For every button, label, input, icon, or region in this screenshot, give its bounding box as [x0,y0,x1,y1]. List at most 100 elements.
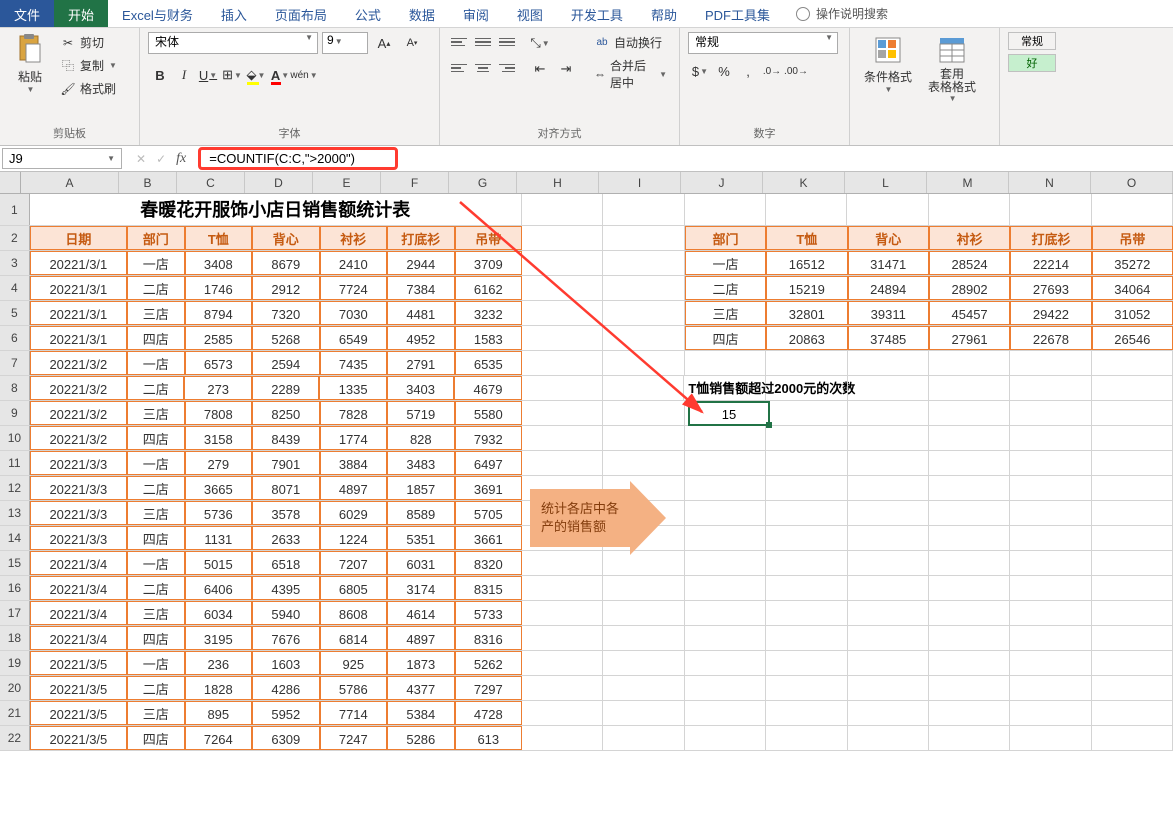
cell[interactable]: 6406 [185,576,253,600]
cell[interactable] [685,651,766,675]
select-all-corner[interactable] [0,172,21,193]
row-header[interactable]: 3 [0,251,30,275]
cell[interactable]: 7030 [320,301,388,325]
col-header-B[interactable]: B [119,172,177,193]
cell[interactable]: 7808 [185,401,253,425]
spreadsheet-grid[interactable]: ABCDEFGHIJKLMNO 1春暖花开服饰小店日销售额统计表2日期部门T恤背… [0,172,1173,821]
cell[interactable] [685,726,766,750]
cell[interactable] [929,576,1010,600]
cell[interactable] [603,401,684,425]
cell[interactable] [1092,651,1173,675]
tab-pdf[interactable]: PDF工具集 [691,0,784,27]
cell[interactable]: 8439 [252,426,320,450]
cell[interactable]: 3408 [185,251,253,275]
col-header-H[interactable]: H [517,172,599,193]
cell[interactable]: 8071 [252,476,320,500]
cell[interactable] [1092,526,1173,550]
cell[interactable]: 7320 [252,301,320,325]
cell[interactable]: 3691 [455,476,523,500]
cell[interactable]: 1774 [320,426,388,450]
cell[interactable]: 背心 [848,226,929,250]
row-header[interactable]: 15 [0,551,30,575]
cell[interactable]: 8794 [185,301,253,325]
cell[interactable] [929,194,1010,225]
cell[interactable] [685,351,766,375]
cell[interactable]: 895 [185,701,253,725]
col-header-C[interactable]: C [177,172,245,193]
cell[interactable]: 部门 [127,226,185,250]
cell[interactable] [685,676,766,700]
cell[interactable]: 20221/3/4 [30,601,127,625]
cell[interactable] [1092,726,1173,750]
tab-developer[interactable]: 开发工具 [557,0,637,27]
cell[interactable]: 5384 [387,701,455,725]
cell[interactable] [522,601,603,625]
cell[interactable]: 6309 [252,726,320,750]
cell[interactable]: 34064 [1092,276,1173,300]
cell[interactable] [1010,626,1091,650]
cell[interactable]: 20221/3/2 [30,426,127,450]
cell[interactable]: 925 [320,651,388,675]
cell[interactable] [929,451,1010,475]
row-header[interactable]: 20 [0,676,30,700]
fill-color-button[interactable]: ⬙▼ [244,64,268,86]
decrease-decimal-button[interactable]: .00→ [784,60,808,82]
cell[interactable]: 39311 [848,301,929,325]
cell[interactable]: 打底衫 [387,226,455,250]
col-header-O[interactable]: O [1091,172,1173,193]
cell[interactable] [1092,351,1173,375]
cell[interactable] [929,526,1010,550]
cell[interactable]: 1746 [185,276,253,300]
cell[interactable] [848,376,929,400]
cell[interactable]: 613 [455,726,523,750]
cell[interactable]: 衬衫 [929,226,1010,250]
row-header[interactable]: 17 [0,601,30,625]
cell[interactable] [766,576,847,600]
cell[interactable] [766,451,847,475]
cell[interactable]: 吊带 [455,226,523,250]
cell[interactable] [1092,476,1173,500]
cell[interactable]: 20221/3/4 [30,626,127,650]
cell[interactable]: 3195 [185,626,253,650]
enter-formula-icon[interactable]: ✓ [156,152,166,166]
cell[interactable]: 20221/3/5 [30,676,127,700]
col-header-L[interactable]: L [845,172,927,193]
cell[interactable]: 3665 [185,476,253,500]
cell[interactable] [848,576,929,600]
orientation-button[interactable]: ⤡▼ [528,32,552,54]
cut-button[interactable]: ✂ 剪切 [56,32,121,53]
row-header[interactable]: 12 [0,476,30,500]
cell[interactable]: 7932 [455,426,523,450]
cell[interactable]: 三店 [127,501,185,525]
cell[interactable]: 1857 [387,476,455,500]
cell[interactable]: 28902 [929,276,1010,300]
cell[interactable]: 5262 [455,651,523,675]
cell[interactable]: 6535 [455,351,523,375]
cell[interactable]: 四店 [127,426,185,450]
cell[interactable] [1010,551,1091,575]
cancel-formula-icon[interactable]: ✕ [136,152,146,166]
cell[interactable]: 279 [185,451,253,475]
cell[interactable]: 7435 [320,351,388,375]
cell[interactable] [766,351,847,375]
align-left-button[interactable] [448,58,470,78]
cell[interactable] [766,626,847,650]
cell[interactable]: 27693 [1010,276,1091,300]
cell[interactable]: 7676 [252,626,320,650]
conditional-format-button[interactable]: 条件格式▼ [858,32,918,96]
cell[interactable] [603,626,684,650]
cell[interactable]: 5705 [455,501,523,525]
tab-help[interactable]: 帮助 [637,0,691,27]
cell[interactable] [1092,194,1173,225]
cell[interactable]: 5736 [185,501,253,525]
cell[interactable]: 20863 [766,326,847,350]
cell[interactable] [522,726,603,750]
tab-data[interactable]: 数据 [395,0,449,27]
cell[interactable]: 3661 [455,526,523,550]
decrease-indent-button[interactable]: ⇤ [528,58,552,80]
cell[interactable]: 4897 [387,626,455,650]
cell[interactable] [522,451,603,475]
cell[interactable]: 3158 [185,426,253,450]
increase-decimal-button[interactable]: .0→ [760,60,784,82]
cell[interactable]: 2594 [252,351,320,375]
